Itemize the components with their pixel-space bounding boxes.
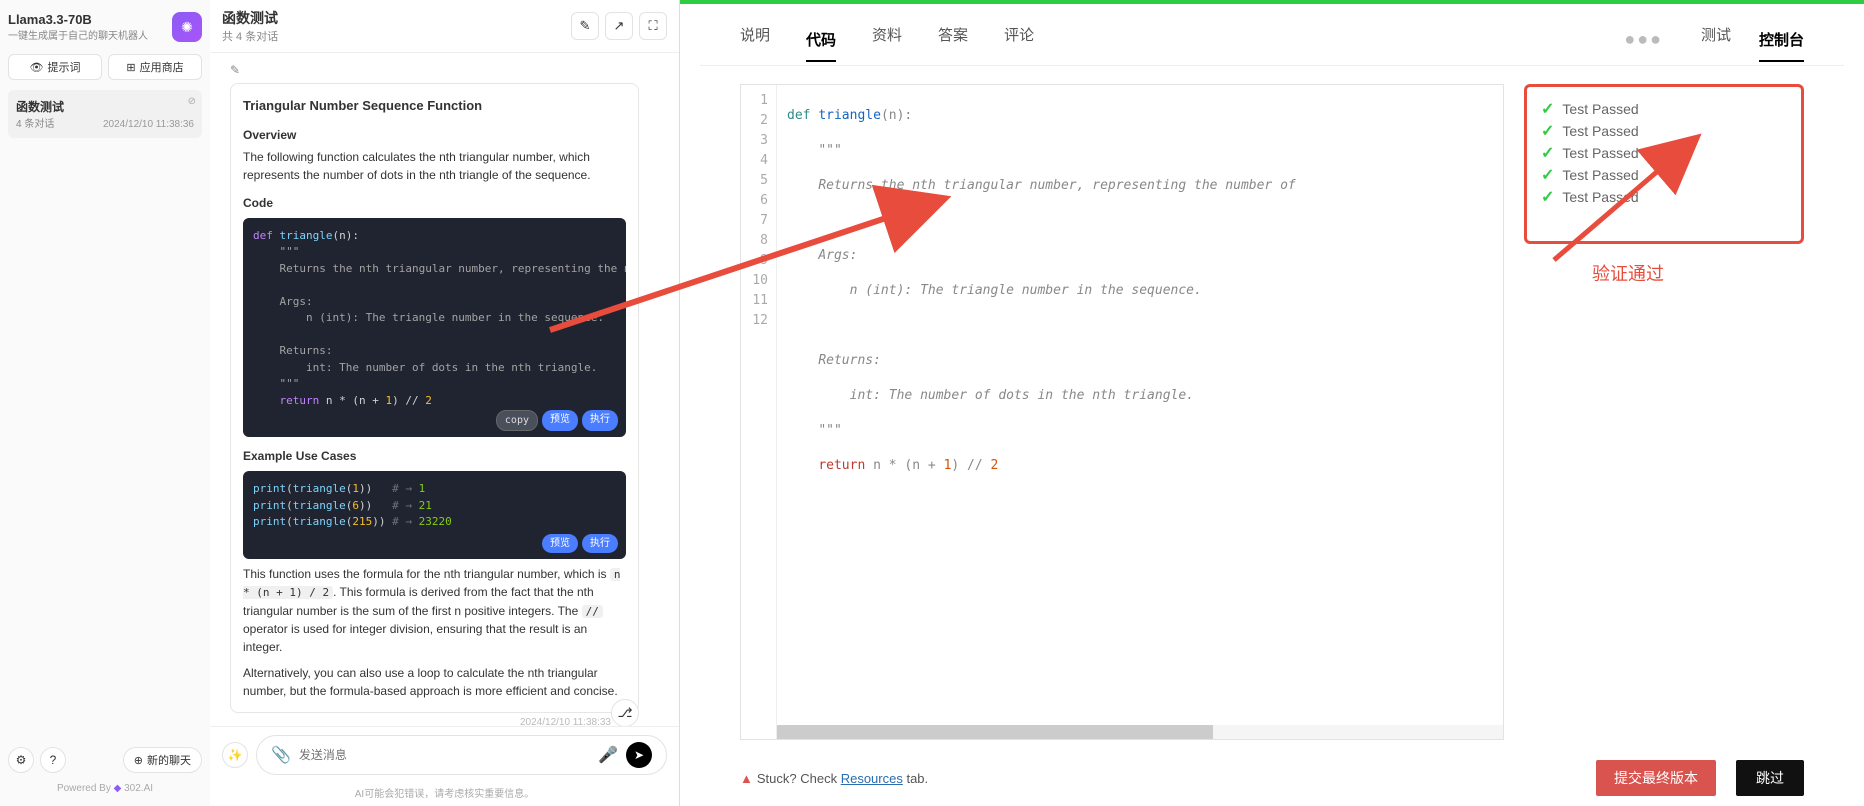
tab-comments[interactable]: 评论	[1004, 24, 1034, 55]
tools-icon[interactable]: ✨	[222, 742, 248, 768]
check-icon: ✓	[1541, 143, 1554, 163]
copy-button[interactable]: copy	[496, 410, 538, 431]
attach-icon[interactable]: 📎	[271, 745, 291, 765]
code-block-examples: print(triangle(1)) # → 1 print(triangle(…	[243, 471, 626, 559]
code-editor[interactable]: 123456789101112 def triangle(n): """ Ret…	[740, 84, 1504, 740]
send-button[interactable]: ➤	[626, 742, 652, 768]
new-chat-label: 新的聊天	[147, 752, 191, 768]
message-heading: Triangular Number Sequence Function	[243, 96, 626, 116]
preview-button[interactable]: 预览	[542, 410, 578, 431]
mic-icon[interactable]: 🎤	[598, 745, 618, 765]
check-icon: ✓	[1541, 187, 1554, 207]
help-icon[interactable]: ?	[40, 747, 66, 773]
line-gutter: 123456789101112	[741, 85, 777, 739]
conversation-count: 4 条对话	[16, 115, 54, 130]
chat-title: 函数测试	[222, 8, 565, 28]
chat-area: 函数测试 共 4 条对话 ✎ ↗ ⛶ ✎ Triangular Number S…	[210, 0, 679, 806]
workspace: 123456789101112 def triangle(n): """ Ret…	[700, 66, 1844, 750]
chat-body[interactable]: ✎ Triangular Number Sequence Function Ov…	[210, 53, 679, 726]
tab-console[interactable]: 控制台	[1759, 29, 1804, 62]
disclaimer: AI可能会犯错误，请考虑核实重要信息。	[210, 783, 679, 806]
submit-button[interactable]: 提交最终版本	[1596, 760, 1716, 796]
coding-panel: 说明 代码 资料 答案 评论 ●●● 测试 控制台 12345678910111…	[680, 0, 1864, 806]
tab-explain[interactable]: 说明	[740, 24, 770, 55]
code-heading: Code	[243, 194, 626, 212]
edit-icon[interactable]: ✎	[571, 12, 599, 40]
overview-text: The following function calculates the nt…	[243, 148, 626, 184]
run-button[interactable]: 执行	[582, 410, 618, 431]
pencil-icon[interactable]: ✎	[230, 63, 639, 77]
chat-header: 函数测试 共 4 条对话 ✎ ↗ ⛶	[210, 0, 679, 53]
tab-answer[interactable]: 答案	[938, 24, 968, 55]
skip-button[interactable]: 跳过	[1736, 760, 1804, 796]
overview-heading: Overview	[243, 126, 626, 144]
code-content[interactable]: def triangle(n): """ Returns the nth tri…	[777, 85, 1503, 739]
message-input-box[interactable]: 📎 🎤 ➤	[256, 735, 667, 775]
powered-by: Powered By ◆ 302.AI	[8, 779, 202, 798]
message-time: 2024/12/10 11:38:33	[230, 717, 639, 726]
test-result-row: ✓Test Passed	[1541, 187, 1787, 207]
tab-code[interactable]: 代码	[806, 29, 836, 62]
run-button-2[interactable]: 执行	[582, 534, 618, 553]
code-block-main: def triangle(n): """ Returns the nth tri…	[243, 218, 626, 438]
conversation-time: 2024/12/10 11:38:36	[103, 119, 194, 130]
prompt-button-label: 提示词	[47, 59, 80, 75]
preview-button-2[interactable]: 预览	[542, 534, 578, 553]
close-icon[interactable]: ⊘	[188, 96, 196, 107]
test-result-row: ✓Test Passed	[1541, 121, 1787, 141]
model-title: Llama3.3-70B	[8, 12, 164, 27]
prompt-button[interactable]: 👁 提示词	[8, 54, 102, 80]
model-logo-icon: ✺	[172, 12, 202, 42]
message-input[interactable]	[299, 748, 590, 762]
check-icon: ✓	[1541, 99, 1554, 119]
test-result-row: ✓Test Passed	[1541, 165, 1787, 185]
examples-heading: Example Use Cases	[243, 447, 626, 465]
chat-app: Llama3.3-70B 一键生成属于自己的聊天机器人 ✺ 👁 提示词 ⊞ 应用…	[0, 0, 680, 806]
more-icon[interactable]: ●●●	[1624, 29, 1663, 50]
bottom-row: ▲Stuck? Check Resources tab. 提交最终版本 跳过	[700, 750, 1844, 806]
share-icon[interactable]: ↗	[605, 12, 633, 40]
conversation-title: 函数测试	[16, 98, 194, 115]
tab-test[interactable]: 测试	[1701, 24, 1731, 55]
check-icon: ✓	[1541, 121, 1554, 141]
branch-icon[interactable]: ⎇	[611, 699, 639, 726]
tab-resources[interactable]: 资料	[872, 24, 902, 55]
expand-icon[interactable]: ⛶	[639, 12, 667, 40]
settings-icon[interactable]: ⚙	[8, 747, 34, 773]
model-subtitle: 一键生成属于自己的聊天机器人	[8, 27, 164, 42]
resources-link[interactable]: Resources	[841, 771, 903, 786]
conversation-card[interactable]: ⊘ 函数测试 4 条对话 2024/12/10 11:38:36	[8, 90, 202, 138]
app-store-button[interactable]: ⊞ 应用商店	[108, 54, 202, 80]
test-result-row: ✓Test Passed	[1541, 99, 1787, 119]
explanation-1: This function uses the formula for the n…	[243, 565, 626, 657]
model-header: Llama3.3-70B 一键生成属于自己的聊天机器人 ✺	[8, 8, 202, 50]
warning-icon: ▲	[740, 771, 753, 786]
assistant-message: Triangular Number Sequence Function Over…	[230, 83, 639, 713]
test-result-row: ✓Test Passed	[1541, 143, 1787, 163]
check-icon: ✓	[1541, 165, 1554, 185]
sidebar: Llama3.3-70B 一键生成属于自己的聊天机器人 ✺ 👁 提示词 ⊞ 应用…	[0, 0, 210, 806]
new-chat-button[interactable]: ⊕ 新的聊天	[123, 747, 202, 773]
explanation-2: Alternatively, you can also use a loop t…	[243, 664, 626, 700]
chat-subtitle: 共 4 条对话	[222, 28, 565, 44]
horizontal-scrollbar[interactable]	[777, 725, 1503, 739]
test-results-panel: ✓Test Passed ✓Test Passed ✓Test Passed ✓…	[1524, 84, 1804, 244]
input-bar: ✨ 📎 🎤 ➤	[210, 726, 679, 783]
app-store-button-label: 应用商店	[140, 59, 184, 75]
tabs-row: 说明 代码 资料 答案 评论 ●●● 测试 控制台	[700, 4, 1844, 66]
stuck-hint: ▲Stuck? Check Resources tab.	[740, 771, 928, 786]
inline-code-2: //	[582, 605, 603, 618]
